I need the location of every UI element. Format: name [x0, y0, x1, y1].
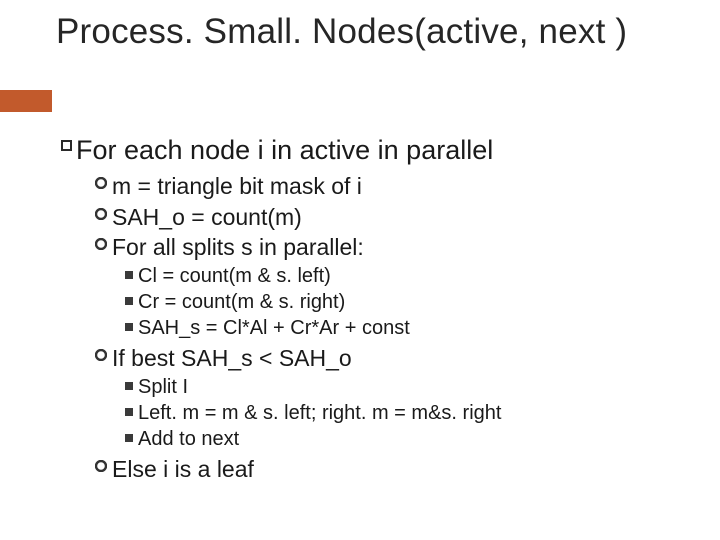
list-text: Left. m = m & s. left; right. m = m&s. r…: [138, 401, 501, 426]
list-text: Add to next: [138, 427, 239, 452]
list-text: Cr = count(m & s. right): [138, 290, 345, 315]
slide-title: Process. Small. Nodes(active, next ): [56, 12, 696, 51]
filled-square-icon: [120, 375, 138, 390]
donut-icon: [90, 455, 112, 472]
list-item: m = triangle bit mask of i: [90, 172, 696, 201]
list-level-3: Split I Left. m = m & s. left; right. m …: [120, 375, 696, 452]
list-text: For all splits s in parallel:: [112, 233, 364, 262]
donut-icon: [90, 203, 112, 220]
list-text: SAH_o = count(m): [112, 203, 302, 232]
list-item: Add to next: [120, 427, 696, 452]
filled-square-icon: [120, 427, 138, 442]
donut-icon: [90, 233, 112, 250]
list-item: If best SAH_s < SAH_o: [90, 344, 696, 373]
list-item: Split I: [120, 375, 696, 400]
list-text: m = triangle bit mask of i: [112, 172, 362, 201]
filled-square-icon: [120, 316, 138, 331]
list-item: Else i is a leaf: [90, 455, 696, 484]
donut-icon: [90, 172, 112, 189]
list-text: Else i is a leaf: [112, 455, 254, 484]
donut-icon: [90, 344, 112, 361]
list-text: For each node i in active in parallel: [76, 134, 493, 168]
list-level-2: m = triangle bit mask of i SAH_o = count…: [90, 172, 696, 484]
accent-bar: [0, 90, 52, 112]
list-item: For each node i in active in parallel: [56, 134, 696, 168]
filled-square-icon: [120, 401, 138, 416]
list-level-3: Cl = count(m & s. left) Cr = count(m & s…: [120, 264, 696, 341]
list-item: Cl = count(m & s. left): [120, 264, 696, 289]
list-item: SAH_s = Cl*Al + Cr*Ar + const: [120, 316, 696, 341]
list-item: SAH_o = count(m): [90, 203, 696, 232]
list-text: Split I: [138, 375, 188, 400]
slide: Process. Small. Nodes(active, next ) For…: [0, 0, 720, 540]
list-item: Left. m = m & s. left; right. m = m&s. r…: [120, 401, 696, 426]
slide-body: For each node i in active in parallel m …: [56, 134, 696, 486]
filled-square-icon: [120, 290, 138, 305]
list-text: SAH_s = Cl*Al + Cr*Ar + const: [138, 316, 410, 341]
list-item: For all splits s in parallel:: [90, 233, 696, 262]
list-text: Cl = count(m & s. left): [138, 264, 331, 289]
list-item: Cr = count(m & s. right): [120, 290, 696, 315]
hollow-square-icon: [56, 134, 76, 151]
list-text: If best SAH_s < SAH_o: [112, 344, 352, 373]
filled-square-icon: [120, 264, 138, 279]
